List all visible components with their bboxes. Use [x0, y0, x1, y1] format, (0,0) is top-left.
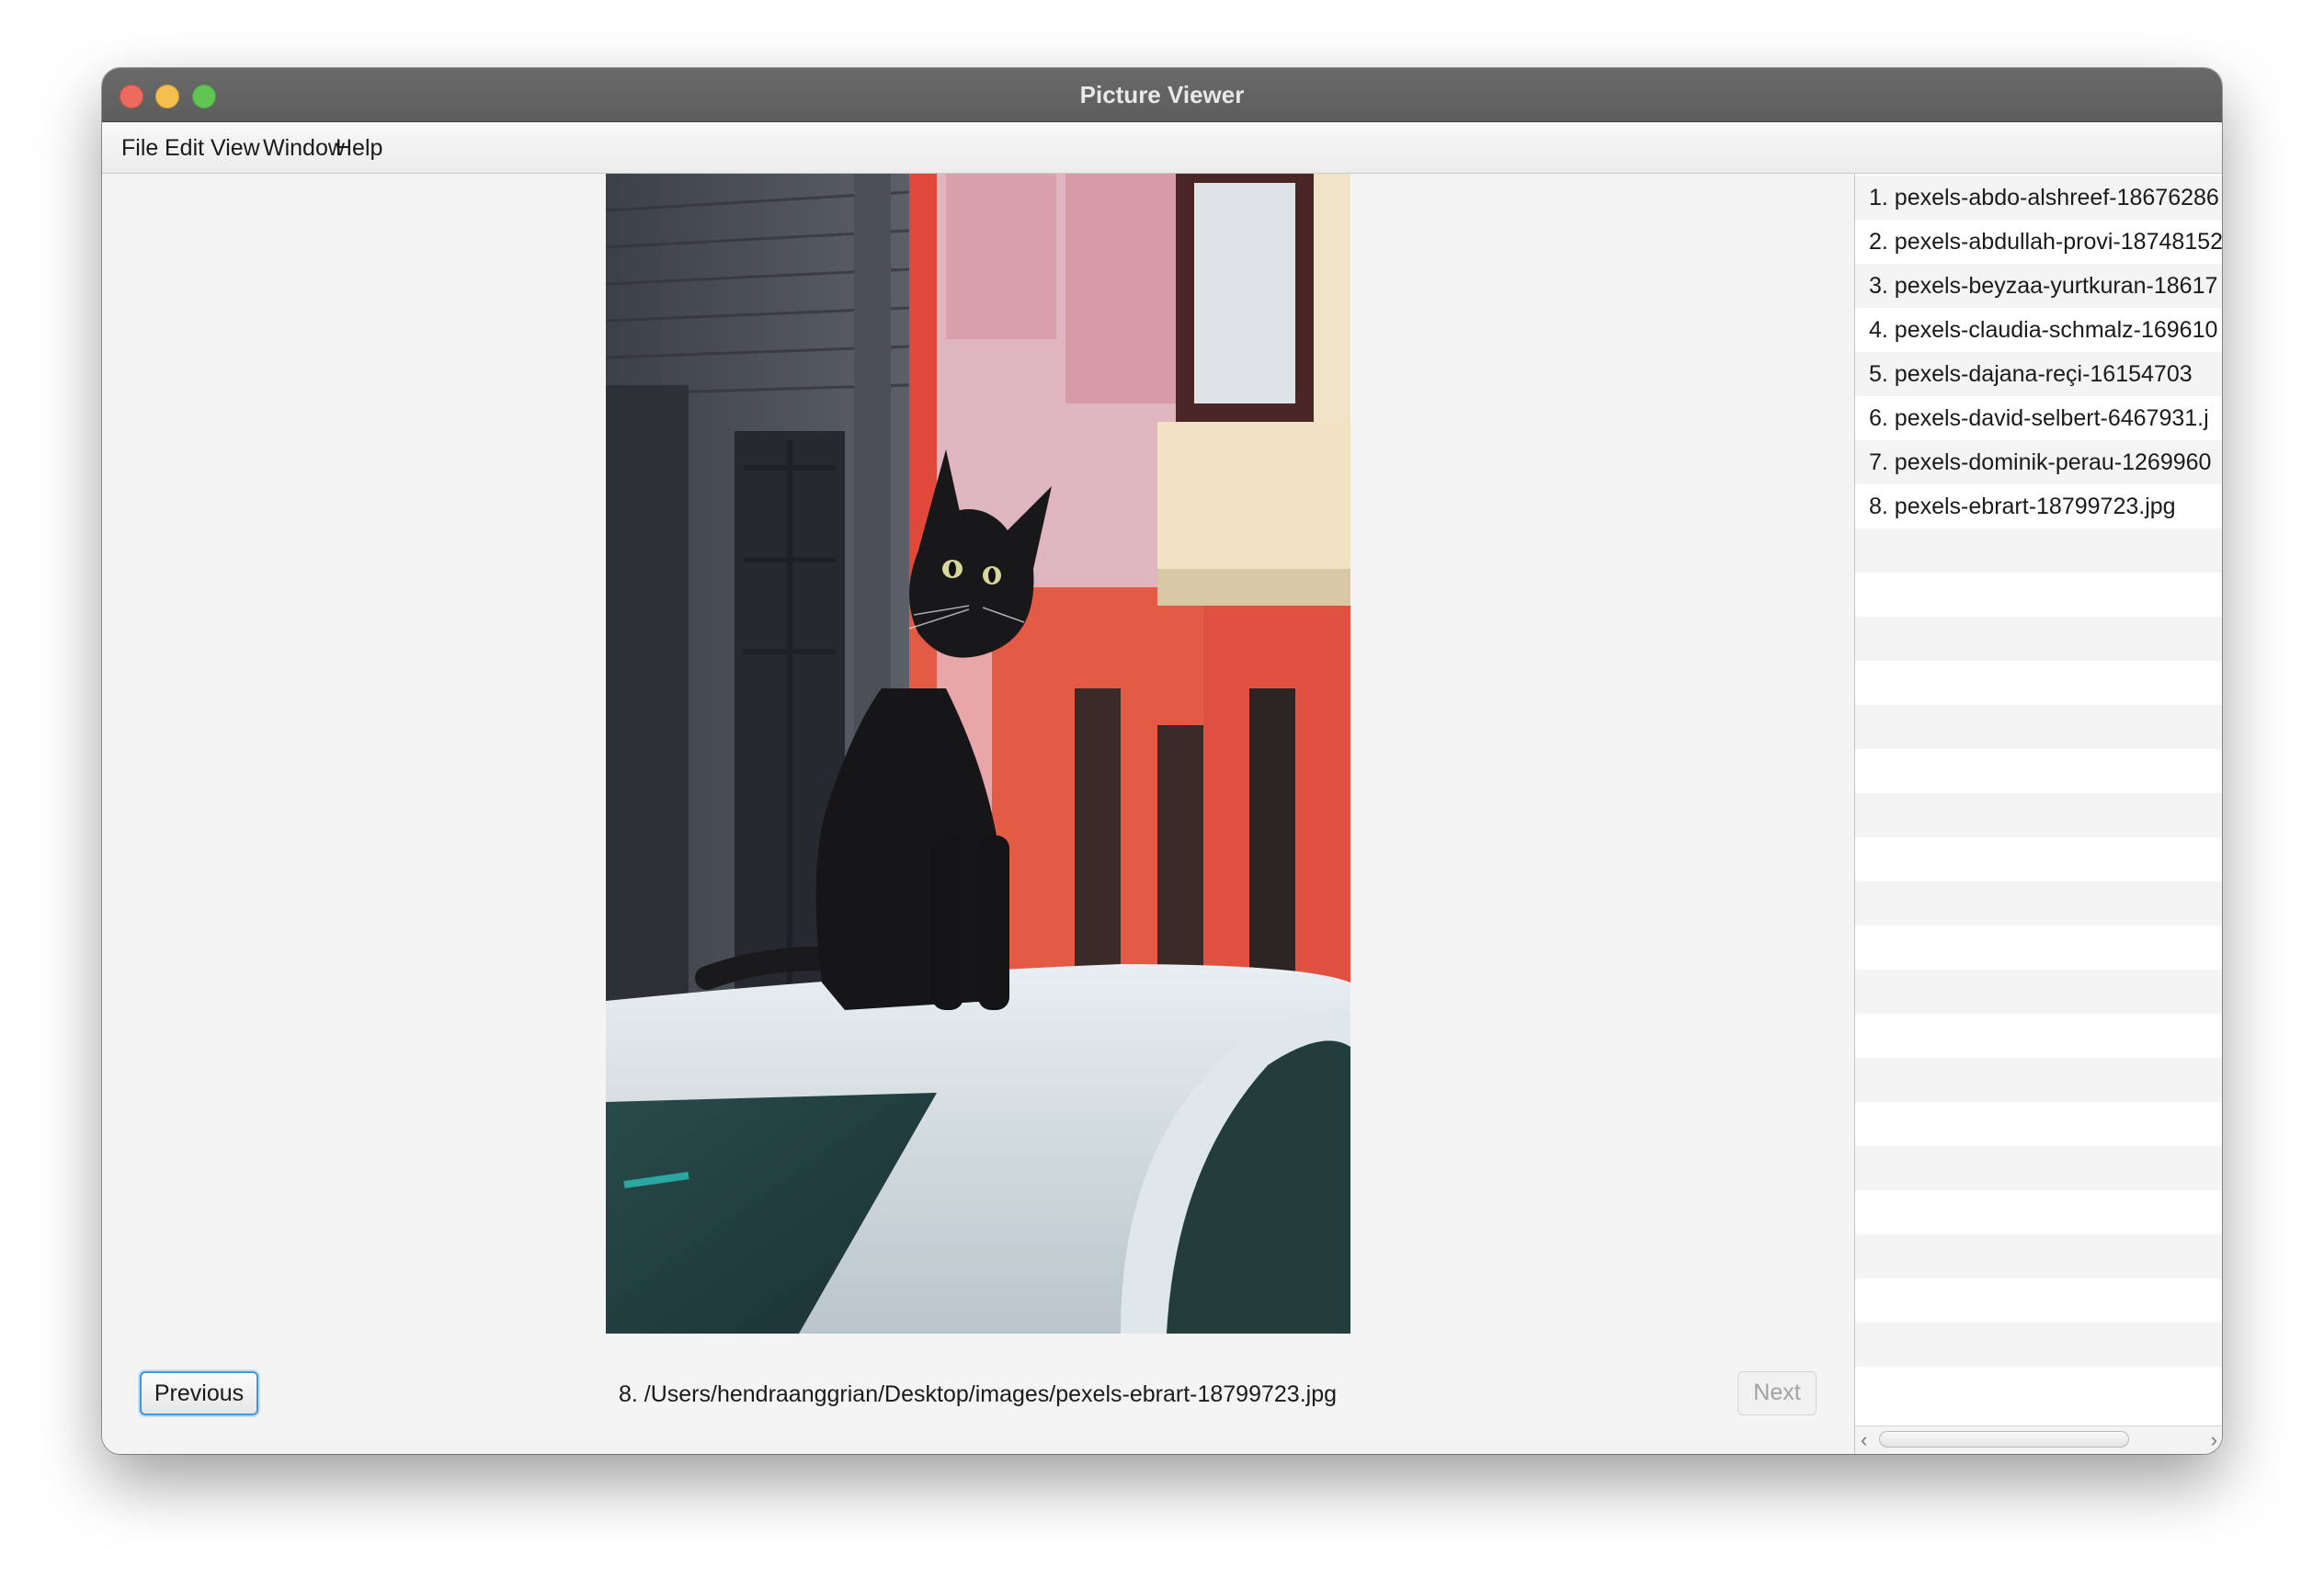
menu-window[interactable]: Window — [263, 135, 345, 162]
menu-help[interactable]: Help — [336, 135, 382, 162]
file-list-empty-row — [1855, 926, 2222, 970]
file-list-empty-row — [1855, 705, 2222, 749]
file-list-item[interactable]: 8. pexels-ebrart-18799723.jpg — [1855, 484, 2222, 528]
file-list-empty-row — [1855, 1014, 2222, 1058]
menu-file[interactable]: File — [121, 135, 158, 162]
window-title: Picture Viewer — [1079, 81, 1245, 108]
cat-on-car-photo — [606, 174, 1350, 1334]
file-list-empty-row — [1855, 1146, 2222, 1190]
file-list-empty-row — [1855, 793, 2222, 837]
file-list-empty-row — [1855, 1323, 2222, 1367]
file-list-item[interactable]: 3. pexels-beyzaa-yurtkuran-18617 — [1855, 264, 2222, 308]
file-list-empty-row — [1855, 528, 2222, 573]
file-list-empty-row — [1855, 617, 2222, 661]
file-list-empty-row — [1855, 1367, 2222, 1411]
scroll-right-icon[interactable]: › — [2211, 1428, 2217, 1452]
file-list-empty-row — [1855, 1278, 2222, 1323]
file-list-item[interactable]: 6. pexels-david-selbert-6467931.j — [1855, 396, 2222, 440]
scrollbar-thumb[interactable] — [1879, 1431, 2129, 1448]
file-list-item[interactable]: 5. pexels-dajana-reçi-16154703 — [1855, 352, 2222, 396]
file-list-empty-row — [1855, 837, 2222, 881]
picture-viewer-window: Picture Viewer File Edit View Window Hel… — [102, 68, 2222, 1454]
menu-view[interactable]: View — [211, 135, 260, 162]
file-list-item[interactable]: 1. pexels-abdo-alshreef-18676286 — [1855, 176, 2222, 220]
file-list-item[interactable]: 7. pexels-dominik-perau-1269960 — [1855, 440, 2222, 484]
file-list-empty-row — [1855, 1190, 2222, 1234]
horizontal-scrollbar[interactable]: ‹ › — [1855, 1425, 2222, 1454]
file-list-empty-row — [1855, 881, 2222, 926]
file-list-item[interactable]: 4. pexels-claudia-schmalz-169610 — [1855, 308, 2222, 352]
menu-bar: File Edit View Window Help — [102, 122, 2222, 174]
image-viewer-pane: Previous 8. /Users/hendraanggrian/Deskto… — [102, 174, 1853, 1454]
file-list-panel[interactable]: 1. pexels-abdo-alshreef-18676286 2. pexel… — [1854, 174, 2222, 1454]
file-list-empty-row — [1855, 661, 2222, 705]
file-list-empty-row — [1855, 749, 2222, 793]
file-list-item[interactable]: 2. pexels-abdullah-provi-18748152 — [1855, 220, 2222, 264]
file-list[interactable]: 1. pexels-abdo-alshreef-18676286 2. pexel… — [1855, 176, 2222, 1411]
title-bar[interactable]: Picture Viewer — [102, 68, 2222, 122]
file-list-empty-row — [1855, 970, 2222, 1014]
file-list-empty-row — [1855, 1234, 2222, 1278]
current-image-path: 8. /Users/hendraanggrian/Desktop/images/… — [618, 1381, 1338, 1407]
file-list-empty-row — [1855, 1102, 2222, 1146]
displayed-photo — [606, 174, 1350, 1334]
menu-edit[interactable]: Edit — [165, 135, 204, 162]
file-list-empty-row — [1855, 1058, 2222, 1102]
scroll-left-icon[interactable]: ‹ — [1861, 1428, 1867, 1452]
next-button[interactable]: Next — [1737, 1371, 1817, 1415]
file-list-empty-row — [1855, 573, 2222, 617]
